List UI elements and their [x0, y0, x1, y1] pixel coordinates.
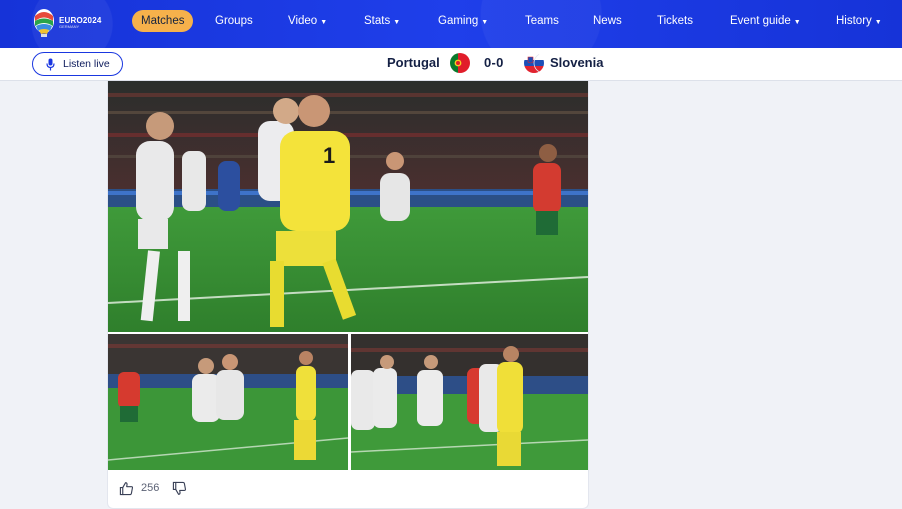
listen-live-button[interactable]: Listen live	[32, 52, 123, 76]
match-photo-celebration[interactable]: 1	[108, 81, 588, 332]
chevron-down-icon: ▼	[393, 19, 401, 26]
nav-matches[interactable]: Matches	[132, 10, 194, 32]
microphone-icon	[46, 58, 55, 71]
nav-teams[interactable]: Teams	[525, 10, 559, 32]
home-team-name[interactable]: Portugal	[387, 55, 440, 70]
chevron-down-icon: ▼	[320, 19, 328, 26]
likes-count: 256	[141, 482, 160, 494]
nav-stats[interactable]: Stats ▼	[364, 10, 400, 32]
portugal-flag-icon	[450, 53, 470, 73]
away-team-name[interactable]: Slovenia	[550, 55, 603, 70]
nav-video[interactable]: Video ▼	[288, 10, 327, 32]
thumbs-down-icon[interactable]	[171, 480, 188, 497]
listen-live-label: Listen live	[63, 58, 110, 70]
nav-gaming[interactable]: Gaming ▼	[438, 10, 488, 32]
match-photo-team-hug[interactable]	[108, 334, 348, 470]
nav-groups[interactable]: Groups	[215, 10, 253, 32]
chevron-down-icon: ▼	[874, 19, 882, 26]
svg-text:1: 1	[323, 143, 335, 168]
nav-tickets[interactable]: Tickets	[657, 10, 693, 32]
nav-event-guide[interactable]: Event guide ▼	[730, 10, 801, 32]
match-score: 0-0	[484, 55, 504, 70]
match-photo-keeper-embrace[interactable]	[351, 334, 588, 470]
logo-wordmark: EURO2024 GERMANY	[59, 16, 102, 29]
thumbs-up-icon[interactable]	[118, 480, 135, 497]
chevron-down-icon: ▼	[793, 19, 801, 26]
nav-news[interactable]: News	[593, 10, 622, 32]
euro2024-logo[interactable]: EURO2024 GERMANY	[32, 6, 104, 40]
top-navigation: EURO2024 GERMANY Matches Groups Video ▼ S…	[0, 0, 902, 48]
chevron-down-icon: ▼	[481, 19, 489, 26]
slovenia-flag-icon	[524, 53, 544, 73]
post-reactions: 256	[118, 479, 188, 497]
nav-history[interactable]: History ▼	[836, 10, 882, 32]
euro-trophy-icon	[32, 8, 56, 38]
